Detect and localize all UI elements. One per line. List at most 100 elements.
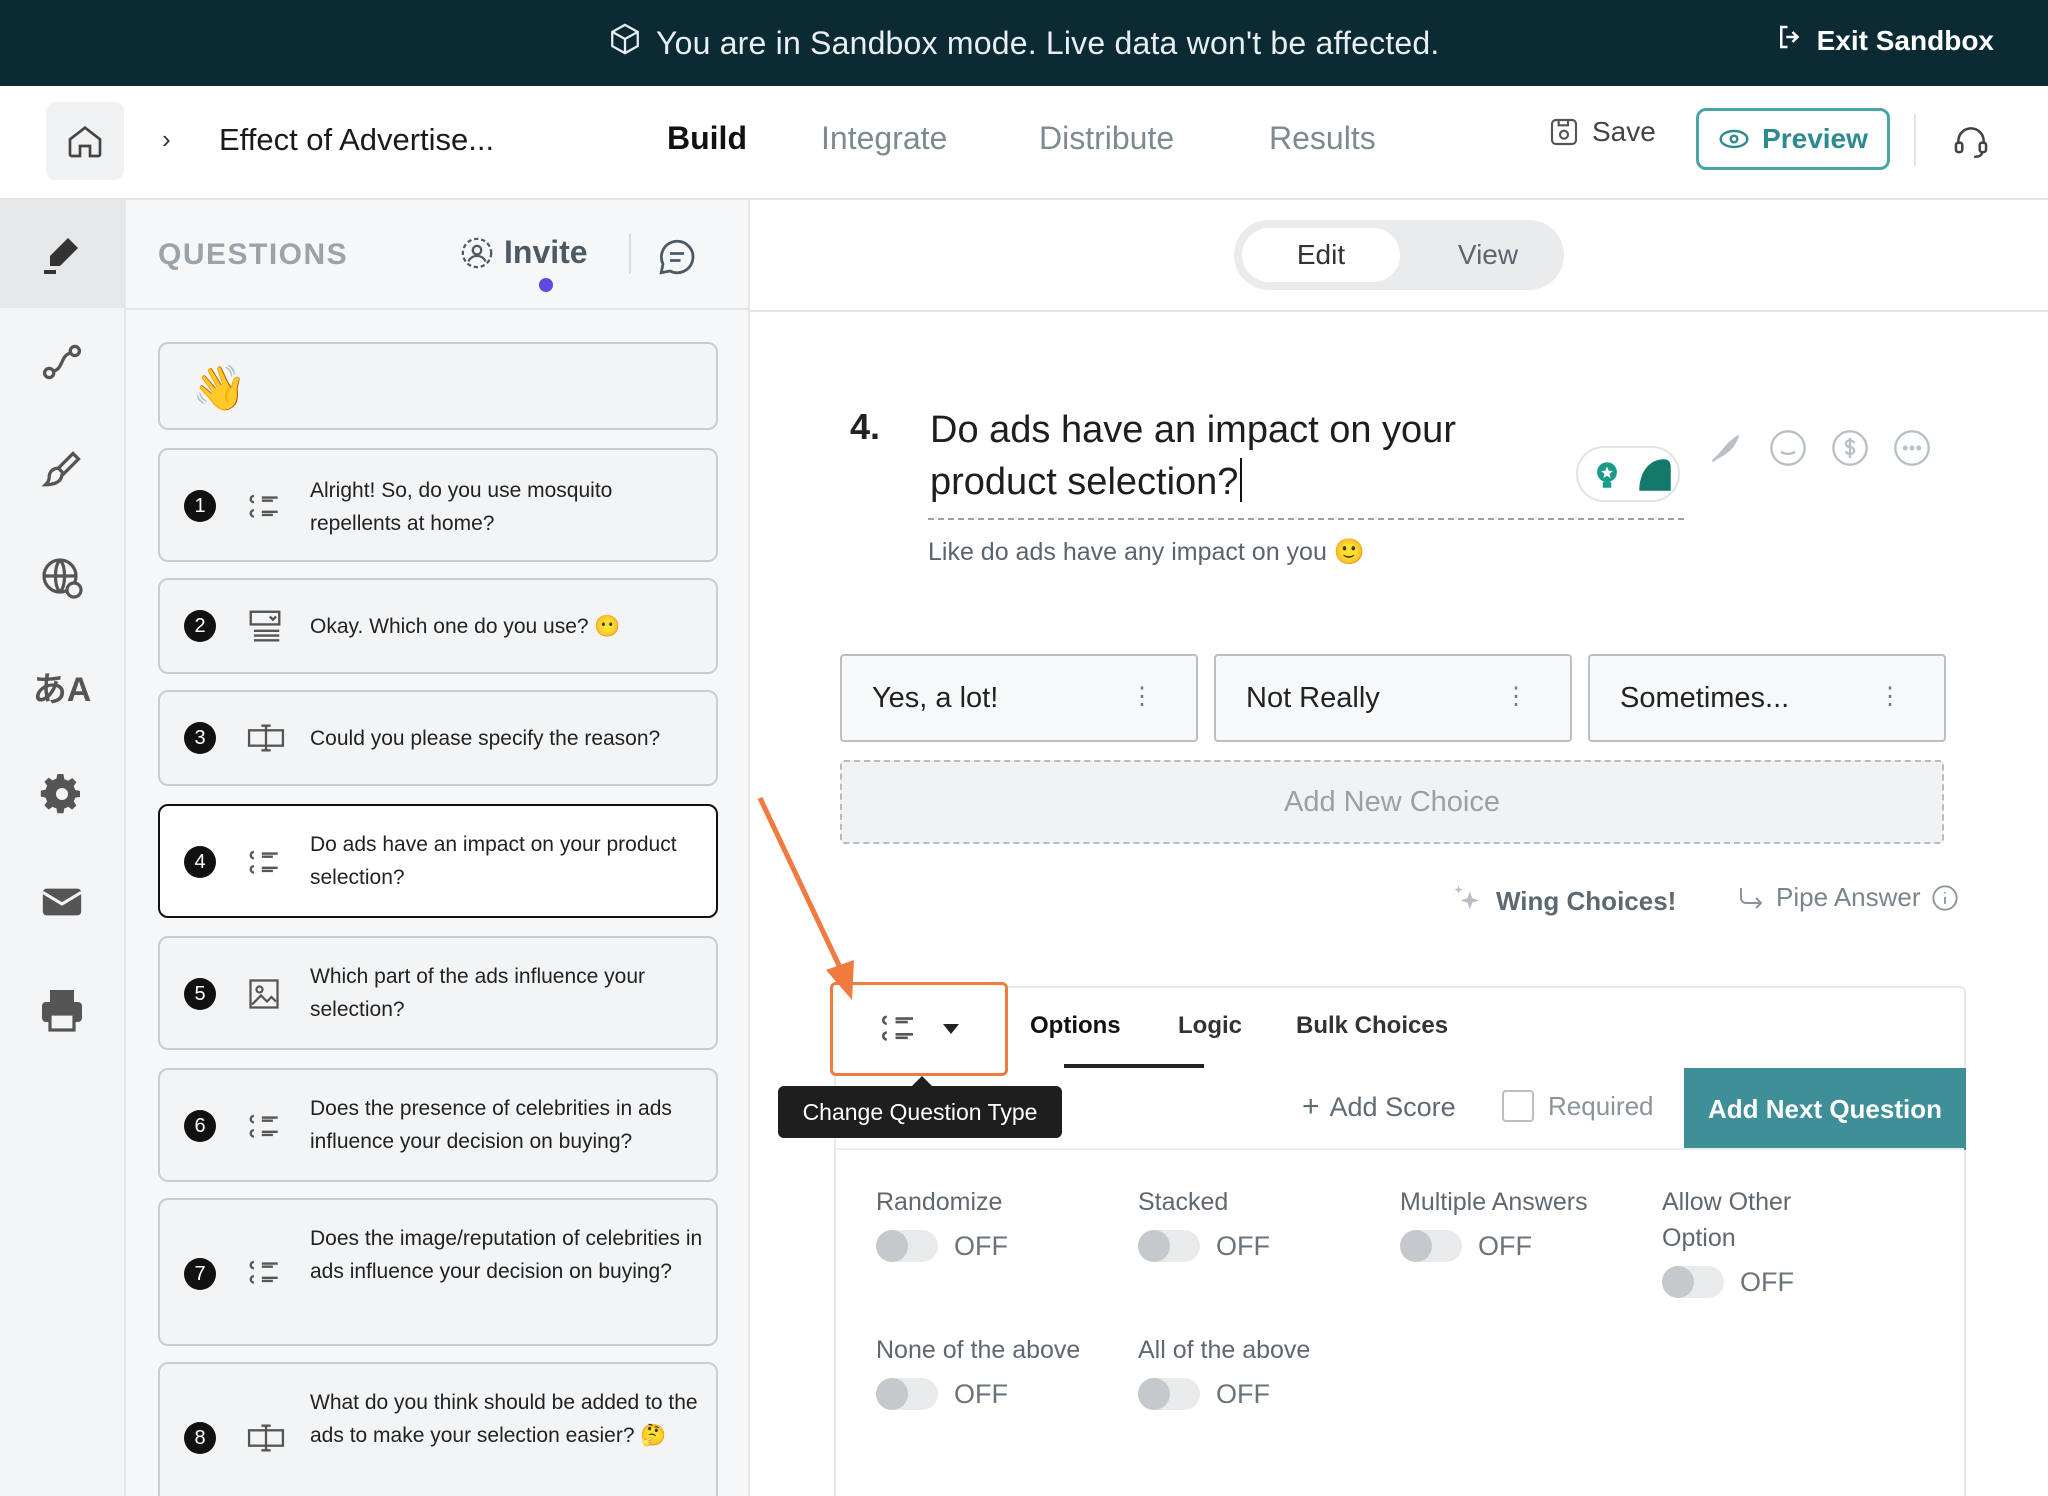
option-all-of-above: All of the above OFF: [1138, 1332, 1310, 1410]
choice-label[interactable]: Not Really: [1246, 682, 1380, 715]
view-mode-button[interactable]: View: [1420, 228, 1556, 282]
question-card[interactable]: 5 Which part of the ads influence your s…: [158, 936, 718, 1050]
required-label: Required: [1548, 1090, 1654, 1121]
rail-print[interactable]: [0, 956, 124, 1064]
choice-label[interactable]: Sometimes...: [1620, 682, 1789, 715]
required-checkbox-box[interactable]: [1502, 1090, 1534, 1122]
active-tab-indicator: [1064, 1064, 1204, 1068]
add-score-button[interactable]: + Add Score: [1302, 1090, 1456, 1124]
choice-option[interactable]: Not Really ⋮: [1214, 654, 1572, 742]
home-button[interactable]: [46, 102, 124, 180]
option-label: Allow Other Option: [1662, 1188, 1792, 1252]
option-randomize: Randomize OFF: [876, 1184, 1008, 1262]
question-number-badge: 3: [184, 722, 216, 754]
question-card[interactable]: 7 Does the image/reputation of celebriti…: [158, 1198, 718, 1346]
tab-logic[interactable]: Logic: [1178, 1012, 1242, 1040]
pipe-answer-label: Pipe Answer: [1776, 882, 1921, 912]
add-next-question-button[interactable]: Add Next Question: [1684, 1068, 1966, 1150]
plus-icon: +: [1302, 1090, 1320, 1123]
invite-label: Invite: [504, 234, 588, 270]
question-card[interactable]: 3 Could you please specify the reason?: [158, 690, 718, 786]
preview-button[interactable]: Preview: [1696, 108, 1890, 170]
add-new-choice-button[interactable]: Add New Choice: [840, 760, 1944, 844]
globe-icon: [42, 558, 83, 599]
choice-menu-icon[interactable]: ⋮: [1878, 682, 1902, 711]
wing-choices-button[interactable]: Wing Choices!: [1450, 882, 1676, 920]
question-text: Alright! So, do you use mosquito repelle…: [310, 479, 613, 535]
questions-heading[interactable]: QUESTIONS: [158, 238, 348, 272]
save-label: Save: [1592, 116, 1656, 147]
feather-icon[interactable]: [1706, 428, 1746, 468]
rail-settings[interactable]: [0, 740, 124, 848]
survey-title[interactable]: Effect of Advertise...: [219, 122, 494, 158]
rail-build[interactable]: [0, 200, 124, 308]
sandbox-message: You are in Sandbox mode. Live data won't…: [608, 22, 1440, 64]
mail-icon: [42, 888, 82, 916]
question-text: Does the presence of celebrities in ads …: [310, 1097, 672, 1153]
top-header: › Effect of Advertise... Build Integrate…: [0, 86, 2048, 200]
all-of-above-toggle[interactable]: [1138, 1378, 1200, 1410]
choice-option[interactable]: Sometimes... ⋮: [1588, 654, 1946, 742]
rail-language[interactable]: [0, 524, 124, 632]
randomize-toggle[interactable]: [876, 1230, 938, 1262]
tab-distribute[interactable]: Distribute: [1039, 120, 1174, 157]
exit-sandbox-button[interactable]: Exit Sandbox: [1775, 22, 1994, 59]
required-checkbox[interactable]: Required: [1502, 1090, 1654, 1122]
choice-menu-icon[interactable]: ⋮: [1130, 682, 1154, 711]
rail-flow[interactable]: [0, 308, 124, 416]
option-stacked: Stacked OFF: [1138, 1184, 1270, 1262]
allow-other-toggle[interactable]: [1662, 1266, 1724, 1298]
tab-integrate[interactable]: Integrate: [821, 120, 947, 157]
question-card-selected[interactable]: 4 Do ads have an impact on your product …: [158, 804, 718, 918]
choice-label[interactable]: Yes, a lot!: [872, 682, 998, 715]
emoji-icon[interactable]: [1768, 428, 1808, 468]
question-card[interactable]: 2 Okay. Which one do you use? 😶: [158, 578, 718, 674]
invite-notification-dot: [539, 278, 553, 292]
rail-translate[interactable]: あA: [0, 632, 124, 740]
save-button[interactable]: Save: [1548, 116, 1656, 148]
more-icon[interactable]: [1892, 428, 1932, 468]
tab-options[interactable]: Options: [1030, 1012, 1121, 1040]
ai-assist-chip[interactable]: [1576, 446, 1680, 502]
tab-results[interactable]: Results: [1269, 120, 1376, 157]
stacked-toggle[interactable]: [1138, 1230, 1200, 1262]
question-card[interactable]: 6 Does the presence of celebrities in ad…: [158, 1068, 718, 1182]
currency-icon[interactable]: [1830, 428, 1870, 468]
translate-icon: あA: [32, 670, 92, 709]
question-title-input[interactable]: Do ads have an impact on your product se…: [930, 404, 1590, 508]
question-text: Could you please specify the reason?: [310, 727, 661, 750]
question-text: Do ads have an impact on your product se…: [310, 833, 677, 889]
info-icon[interactable]: [1931, 884, 1959, 912]
option-label: None of the above: [876, 1336, 1081, 1364]
rail-design[interactable]: [0, 416, 124, 524]
question-card[interactable]: 8 What do you think should be added to t…: [158, 1362, 718, 1496]
tab-build[interactable]: Build: [667, 120, 747, 157]
gear-icon: [40, 774, 80, 814]
choice-option[interactable]: Yes, a lot! ⋮: [840, 654, 1198, 742]
edit-mode-button[interactable]: Edit: [1242, 228, 1400, 282]
question-tools: [1706, 428, 1932, 468]
multiple-choice-icon: [246, 490, 284, 529]
welcome-screen-card[interactable]: 👋: [158, 342, 718, 430]
tab-bulk-choices[interactable]: Bulk Choices: [1296, 1012, 1448, 1040]
headset-icon[interactable]: [1952, 122, 1990, 165]
editor-canvas: Edit View 4. Do ads have an impact on yo…: [750, 200, 2048, 1496]
question-text: Okay. Which one do you use? 😶: [310, 615, 621, 638]
text-caret: [1240, 458, 1243, 502]
pencil-icon: [44, 238, 78, 274]
question-number: 4.: [850, 406, 881, 447]
pipe-answer-button[interactable]: Pipe Answer: [1736, 882, 1959, 913]
question-card[interactable]: 1 Alright! So, do you use mosquito repel…: [158, 448, 718, 562]
question-description[interactable]: Like do ads have any impact on you 🙂: [928, 538, 1365, 567]
multiple-answers-toggle[interactable]: [1400, 1230, 1462, 1262]
add-score-label: Add Score: [1329, 1091, 1456, 1122]
comments-icon[interactable]: [656, 236, 698, 283]
choice-menu-icon[interactable]: ⋮: [1504, 682, 1528, 711]
invite-button[interactable]: Invite: [460, 234, 588, 271]
rail-email[interactable]: [0, 848, 124, 956]
image-choice-icon: [246, 976, 282, 1017]
none-of-above-toggle[interactable]: [876, 1378, 938, 1410]
sparkle-icon: [1454, 885, 1480, 910]
option-allow-other: Allow Other Option OFF: [1662, 1184, 1842, 1298]
header-divider: [1914, 114, 1916, 166]
